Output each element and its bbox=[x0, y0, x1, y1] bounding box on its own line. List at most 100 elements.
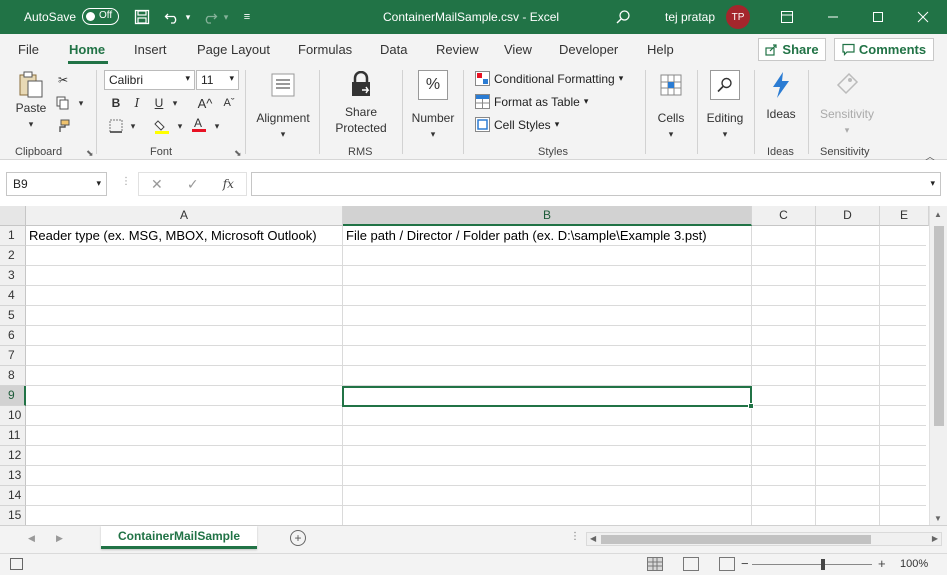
bold-icon[interactable]: B bbox=[107, 94, 125, 112]
zoom-level[interactable]: 100% bbox=[900, 558, 928, 570]
row-header-6[interactable]: 6 bbox=[0, 326, 26, 346]
row-header-2[interactable]: 2 bbox=[0, 246, 26, 266]
cell-b1[interactable]: File path / Director / Folder path (ex. … bbox=[343, 226, 751, 246]
cut-icon[interactable]: ✂ bbox=[54, 71, 72, 89]
horizontal-scrollbar[interactable]: ◀ ▶ bbox=[586, 532, 942, 546]
maximize-icon[interactable] bbox=[855, 0, 901, 34]
font-size-select[interactable]: 11 ▾ bbox=[196, 70, 239, 90]
conditional-formatting-button[interactable]: Conditional Formatting ▾ bbox=[475, 71, 623, 86]
undo-dropdown-icon[interactable]: ▾ bbox=[178, 7, 198, 27]
column-header-b[interactable]: B bbox=[343, 206, 752, 226]
share-protected-button[interactable]: Share Protected bbox=[326, 70, 396, 136]
tab-insert[interactable]: Insert bbox=[134, 42, 167, 57]
scroll-right-icon[interactable]: ▶ bbox=[932, 534, 938, 543]
drag-handle-icon[interactable]: ⋮ bbox=[121, 176, 131, 187]
sensitivity-button[interactable]: Sensitivity ▾ bbox=[814, 70, 880, 138]
next-sheet-icon[interactable]: ▶ bbox=[56, 533, 63, 544]
row-header-10[interactable]: 10 bbox=[0, 406, 26, 426]
avatar[interactable]: TP bbox=[726, 5, 750, 29]
underline-dropdown-icon[interactable]: ▾ bbox=[166, 94, 184, 112]
comments-button[interactable]: Comments bbox=[834, 38, 934, 61]
increase-font-icon[interactable]: A^ bbox=[196, 94, 214, 112]
tab-developer[interactable]: Developer bbox=[559, 42, 618, 57]
format-as-table-button[interactable]: Format as Table ▾ bbox=[475, 94, 588, 109]
borders-icon[interactable] bbox=[107, 117, 125, 135]
zoom-slider[interactable] bbox=[752, 564, 872, 565]
alignment-button[interactable]: Alignment ▾ bbox=[252, 70, 314, 142]
formula-input[interactable]: ▾ bbox=[251, 172, 941, 196]
select-all-corner[interactable] bbox=[0, 206, 26, 226]
font-launcher-icon[interactable]: ⬊ bbox=[234, 148, 242, 159]
row-header-15[interactable]: 15 bbox=[0, 506, 26, 525]
copy-dropdown-icon[interactable]: ▾ bbox=[72, 94, 90, 112]
tab-help[interactable]: Help bbox=[647, 42, 674, 57]
row-header-7[interactable]: 7 bbox=[0, 346, 26, 366]
split-handle-icon[interactable]: ⋮ bbox=[570, 531, 580, 542]
row-header-3[interactable]: 3 bbox=[0, 266, 26, 286]
search-icon[interactable] bbox=[613, 7, 633, 27]
customize-toolbar-icon[interactable]: ≡ bbox=[237, 7, 257, 27]
borders-dropdown-icon[interactable]: ▾ bbox=[124, 117, 142, 135]
copy-icon[interactable] bbox=[54, 94, 72, 112]
row-header-1[interactable]: 1 bbox=[0, 226, 26, 246]
minimize-icon[interactable] bbox=[810, 0, 856, 34]
row-header-5[interactable]: 5 bbox=[0, 306, 26, 326]
clipboard-launcher-icon[interactable]: ⬊ bbox=[86, 148, 94, 159]
redo-dropdown-icon[interactable]: ▾ bbox=[216, 7, 236, 27]
cell-styles-button[interactable]: Cell Styles ▾ bbox=[475, 117, 559, 132]
scroll-left-icon[interactable]: ◀ bbox=[590, 534, 596, 543]
zoom-out-icon[interactable]: − bbox=[741, 556, 749, 571]
row-header-14[interactable]: 14 bbox=[0, 486, 26, 506]
cells-button[interactable]: Cells ▾ bbox=[652, 70, 690, 142]
fill-handle[interactable] bbox=[748, 403, 754, 409]
tab-review[interactable]: Review bbox=[436, 42, 479, 57]
name-box[interactable]: B9 ▾ bbox=[6, 172, 107, 196]
autosave-toggle[interactable]: Off bbox=[82, 8, 119, 25]
row-header-9[interactable]: 9 bbox=[0, 386, 26, 406]
page-layout-view-icon[interactable] bbox=[683, 557, 699, 571]
column-header-d[interactable]: D bbox=[816, 206, 880, 226]
sheet-tab-containermailsample[interactable]: ContainerMailSample bbox=[101, 526, 257, 549]
ideas-button[interactable]: Ideas bbox=[761, 70, 801, 122]
cancel-icon[interactable]: ✕ bbox=[151, 176, 163, 193]
selected-cell-b9[interactable] bbox=[342, 386, 754, 409]
enter-icon[interactable]: ✓ bbox=[187, 176, 199, 193]
normal-view-icon[interactable] bbox=[647, 557, 663, 571]
font-color-dropdown-icon[interactable]: ▾ bbox=[208, 117, 226, 135]
italic-icon[interactable]: I bbox=[128, 94, 146, 112]
row-header-13[interactable]: 13 bbox=[0, 466, 26, 486]
row-header-4[interactable]: 4 bbox=[0, 286, 26, 306]
row-header-12[interactable]: 12 bbox=[0, 446, 26, 466]
decrease-font-icon[interactable]: Aˇ bbox=[220, 94, 238, 112]
scroll-thumb[interactable] bbox=[934, 226, 944, 426]
prev-sheet-icon[interactable]: ◀ bbox=[28, 533, 35, 544]
cell-a1[interactable]: Reader type (ex. MSG, MBOX, Microsoft Ou… bbox=[26, 226, 342, 246]
column-header-e[interactable]: E bbox=[880, 206, 929, 226]
insert-function-icon[interactable]: fx bbox=[223, 177, 234, 191]
fill-color-icon[interactable] bbox=[153, 117, 171, 135]
tab-formulas[interactable]: Formulas bbox=[298, 42, 352, 57]
page-break-view-icon[interactable] bbox=[719, 557, 735, 571]
tab-file[interactable]: File bbox=[18, 42, 39, 57]
zoom-slider-thumb[interactable] bbox=[821, 559, 825, 570]
share-button[interactable]: Share bbox=[758, 38, 826, 61]
row-header-8[interactable]: 8 bbox=[0, 366, 26, 386]
macro-record-icon[interactable] bbox=[10, 558, 23, 570]
spreadsheet-grid[interactable]: A B C D E 1 2 3 4 5 6 7 8 9 10 11 12 13 14 15 Reader t… bbox=[0, 206, 947, 525]
format-painter-icon[interactable] bbox=[54, 117, 72, 135]
add-sheet-icon[interactable]: + bbox=[290, 530, 306, 546]
scroll-down-icon[interactable]: ▼ bbox=[934, 514, 942, 523]
column-header-a[interactable]: A bbox=[26, 206, 343, 226]
font-color-icon[interactable]: A bbox=[190, 115, 208, 133]
tab-page-layout[interactable]: Page Layout bbox=[197, 42, 270, 57]
font-name-select[interactable]: Calibri ▾ bbox=[104, 70, 195, 90]
editing-button[interactable]: Editing ▾ bbox=[703, 70, 747, 142]
fill-color-dropdown-icon[interactable]: ▾ bbox=[171, 117, 189, 135]
vertical-scrollbar[interactable]: ▲ ▼ bbox=[929, 206, 947, 525]
column-header-c[interactable]: C bbox=[752, 206, 816, 226]
row-header-11[interactable]: 11 bbox=[0, 426, 26, 446]
number-button[interactable]: % Number ▾ bbox=[408, 70, 458, 142]
save-icon[interactable] bbox=[132, 7, 152, 27]
paste-button[interactable]: Paste ▾ bbox=[14, 70, 48, 132]
scroll-up-icon[interactable]: ▲ bbox=[934, 210, 942, 219]
